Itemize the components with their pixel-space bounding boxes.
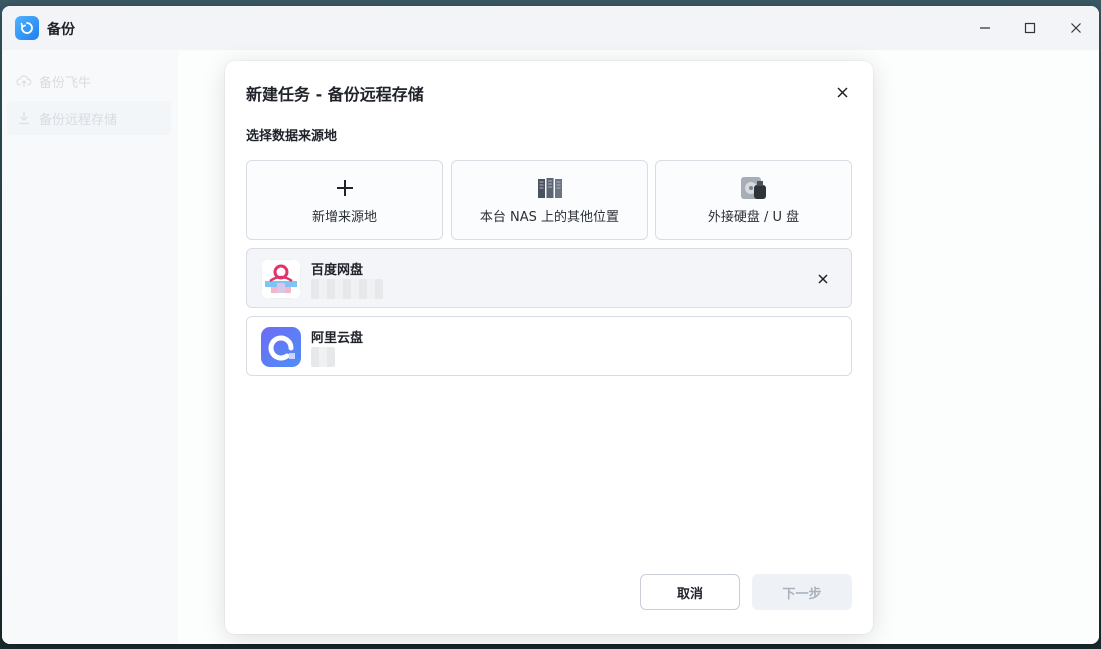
source-row-aliyun[interactable]: 阿里云盘 <box>246 316 852 376</box>
backup-app-icon <box>15 16 39 40</box>
close-icon <box>1071 23 1081 33</box>
dialog-title: 新建任务 - 备份远程存储 <box>246 85 424 104</box>
app-title: 备份 <box>47 22 75 38</box>
baidu-netdisk-icon <box>261 259 301 299</box>
source-name: 阿里云盘 <box>311 331 364 346</box>
maximize-icon <box>1024 22 1036 34</box>
source-row-baidu[interactable]: 百度网盘 <box>246 248 852 308</box>
dialog-close-button[interactable] <box>832 82 852 102</box>
window-close-button[interactable] <box>1062 14 1090 42</box>
option-label: 本台 NAS 上的其他位置 <box>479 209 620 225</box>
source-name: 百度网盘 <box>311 263 364 278</box>
nas-location-card[interactable]: 本台 NAS 上的其他位置 <box>451 160 648 240</box>
aliyun-drive-icon <box>261 327 301 367</box>
remove-source-button[interactable] <box>813 269 833 289</box>
plus-icon <box>336 176 354 200</box>
close-icon <box>836 86 848 98</box>
maximize-button[interactable] <box>1016 14 1044 42</box>
minimize-icon <box>980 27 990 29</box>
new-task-dialog: 新建任务 - 备份远程存储 选择数据来源地 新增来源地 本台 NAS 上的其他位… <box>225 61 873 634</box>
external-drive-card[interactable]: 外接硬盘 / U 盘 <box>655 160 852 240</box>
nas-server-icon <box>537 176 563 200</box>
external-drive-icon <box>740 176 768 200</box>
next-step-button[interactable]: 下一步 <box>752 574 852 610</box>
option-label: 外接硬盘 / U 盘 <box>707 209 800 225</box>
option-label: 新增来源地 <box>311 209 377 225</box>
add-source-card[interactable]: 新增来源地 <box>246 160 443 240</box>
redacted-account-info <box>311 279 383 299</box>
redacted-account-info <box>311 347 335 367</box>
titlebar: 备份 <box>2 6 1099 50</box>
cancel-button[interactable]: 取消 <box>640 574 740 610</box>
minimize-button[interactable] <box>971 14 999 42</box>
close-icon <box>818 274 828 284</box>
section-label: 选择数据来源地 <box>246 129 338 144</box>
